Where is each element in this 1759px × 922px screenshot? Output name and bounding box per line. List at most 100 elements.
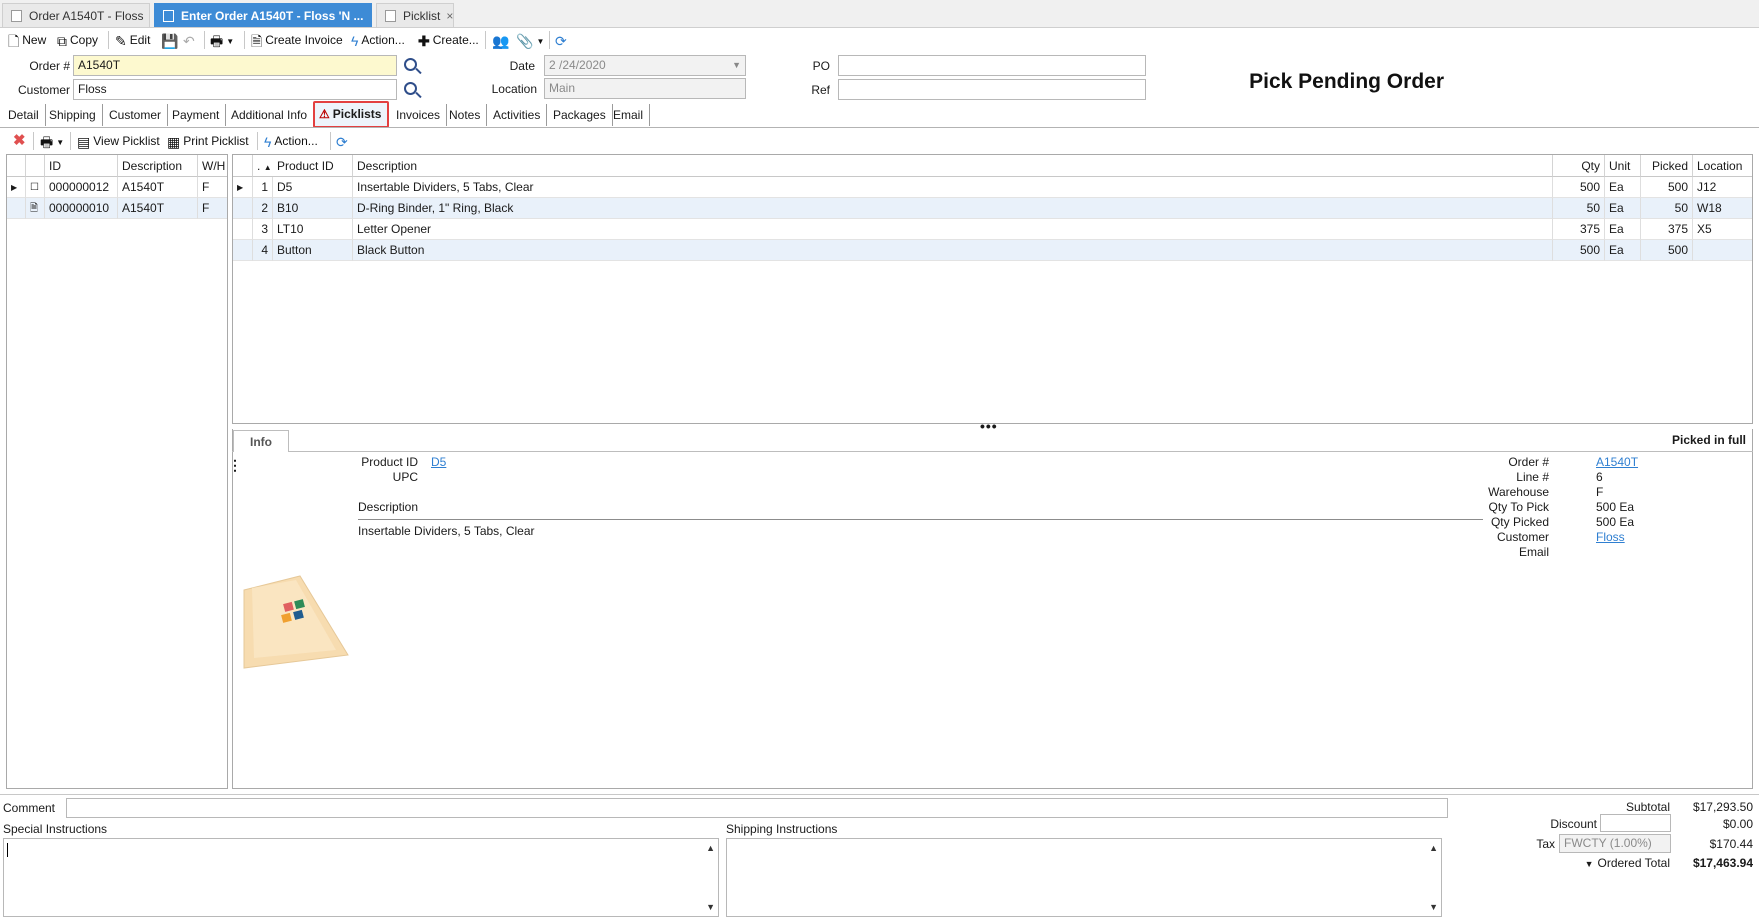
location-cell: J12: [1693, 177, 1752, 198]
save-button[interactable]: 💾: [161, 29, 181, 51]
customer-label: Customer: [1496, 530, 1549, 544]
tab-additional-info[interactable]: Additional Info: [225, 104, 313, 126]
location-cell: W18: [1693, 198, 1752, 219]
line-number: 2: [253, 198, 273, 219]
row-pointer-cell: [233, 219, 253, 240]
copy-button[interactable]: ⧉ Copy: [57, 29, 98, 51]
scroll-up-icon[interactable]: ▲: [706, 843, 715, 853]
tax-label: Tax: [1536, 837, 1555, 851]
qty-cell: 50: [1553, 198, 1605, 219]
print-button[interactable]: 🖶 ▼: [210, 29, 234, 51]
undo-button[interactable]: ↶: [183, 29, 198, 51]
tab-info[interactable]: Info: [233, 430, 289, 452]
product-id-link[interactable]: D5: [431, 455, 446, 469]
close-icon[interactable]: ×: [150, 9, 151, 23]
refresh-button[interactable]: ⟳: [336, 130, 351, 152]
product-id-cell: LT10: [273, 219, 353, 240]
date-field[interactable]: 2 /24/2020 ▼: [544, 55, 746, 76]
picked-cell: 50: [1641, 198, 1693, 219]
page-title: Pick Pending Order: [1249, 70, 1444, 93]
refresh-button[interactable]: ⟳: [555, 29, 570, 51]
picklist-wh: F: [198, 177, 227, 198]
column-header-description[interactable]: Description: [118, 155, 198, 177]
tab-invoices[interactable]: Invoices: [390, 104, 448, 126]
shipping-instructions-textarea[interactable]: ▲ ▼: [726, 838, 1442, 917]
shipping-instructions-label: Shipping Instructions: [726, 822, 838, 836]
warehouse-label: Warehouse: [1488, 485, 1549, 499]
description-cell: D-Ring Binder, 1" Ring, Black: [353, 198, 1553, 219]
order-link[interactable]: A1540T: [1596, 455, 1638, 469]
customer-link[interactable]: Floss: [1596, 530, 1625, 544]
special-instructions-textarea[interactable]: ▲ ▼: [3, 838, 719, 917]
discount-field[interactable]: [1600, 814, 1671, 832]
scroll-down-icon[interactable]: ▼: [1429, 902, 1438, 912]
comment-field[interactable]: [66, 798, 1448, 818]
order-number-field[interactable]: A1540T: [73, 55, 397, 76]
doc-tab-picklist[interactable]: Picklist ×: [376, 3, 454, 27]
row-indicator-header: [7, 155, 26, 177]
warning-icon: ⚠: [319, 107, 330, 121]
description-cell: Letter Opener: [353, 219, 1553, 240]
attachments-button[interactable]: 📎 ▼: [516, 29, 544, 51]
tab-email[interactable]: Email: [607, 104, 651, 126]
line-number: 3: [253, 219, 273, 240]
product-id-cell: Button: [273, 240, 353, 261]
print-picklist-button[interactable]: ▦ Print Picklist: [167, 130, 249, 152]
tab-customer[interactable]: Customer: [103, 104, 169, 126]
column-header-wh[interactable]: W/H: [198, 155, 227, 177]
tab-detail[interactable]: Detail: [2, 104, 46, 126]
tab-notes[interactable]: Notes: [443, 104, 488, 126]
close-icon[interactable]: ×: [446, 9, 453, 23]
line-label: Line #: [1516, 470, 1549, 484]
create-menu-button[interactable]: ✚ Create...: [418, 29, 479, 51]
ref-field[interactable]: [838, 79, 1146, 100]
delete-icon[interactable]: ✖: [13, 130, 26, 152]
location-field[interactable]: Main: [544, 78, 746, 99]
print-button[interactable]: 🖶 ▼: [40, 130, 64, 152]
checkbox-icon[interactable]: ☐: [26, 177, 45, 198]
new-button[interactable]: 🗋 New: [8, 29, 46, 51]
product-id-cell: D5: [273, 177, 353, 198]
toolbar-divider: [108, 31, 109, 49]
column-header-unit[interactable]: Unit: [1605, 155, 1641, 177]
column-header-id[interactable]: ID: [45, 155, 118, 177]
picklist-wh: F: [198, 198, 227, 219]
customer-field[interactable]: Floss: [73, 79, 397, 100]
comment-label: Comment: [3, 801, 56, 815]
search-icon[interactable]: [404, 82, 417, 95]
special-instructions-label: Special Instructions: [3, 822, 108, 836]
edit-button[interactable]: ✎ Edit: [115, 29, 150, 51]
tab-shipping[interactable]: Shipping: [43, 104, 103, 126]
contacts-button[interactable]: 👥: [492, 29, 512, 51]
doc-tab-enter-order[interactable]: Enter Order A1540T - Floss 'N ...: [154, 3, 372, 27]
tab-payment[interactable]: Payment: [166, 104, 227, 126]
column-header-picked[interactable]: Picked: [1641, 155, 1693, 177]
invoice-icon: 🗎: [251, 32, 263, 49]
po-field[interactable]: [838, 55, 1146, 76]
tab-picklists[interactable]: ⚠ Picklists: [313, 101, 390, 128]
action-menu-button[interactable]: ϟ Action...: [351, 29, 405, 51]
ordered-total-label[interactable]: ▼ Ordered Total: [1560, 856, 1670, 870]
column-header-qty[interactable]: Qty: [1553, 155, 1605, 177]
unit-cell: Ea: [1605, 198, 1641, 219]
location-label: Location: [491, 82, 537, 96]
sort-ascending-icon: ▲: [263, 163, 272, 172]
scroll-up-icon[interactable]: ▲: [1429, 843, 1438, 853]
location-cell: X5: [1693, 219, 1752, 240]
line-value: 6: [1596, 470, 1603, 484]
toolbar-divider: [330, 132, 331, 150]
column-header-description[interactable]: Description: [353, 155, 1553, 177]
create-invoice-button[interactable]: 🗎 Create Invoice: [251, 29, 343, 51]
view-picklist-button[interactable]: ▤ View Picklist: [77, 130, 160, 152]
tab-packages[interactable]: Packages: [547, 104, 613, 126]
tab-activities[interactable]: Activities: [487, 104, 548, 126]
column-header-product-id[interactable]: Product ID: [273, 155, 353, 177]
doc-tab-order[interactable]: Order A1540T - Floss×: [2, 3, 150, 27]
search-icon[interactable]: [404, 58, 417, 71]
column-header-location[interactable]: Location: [1693, 155, 1752, 177]
scroll-down-icon[interactable]: ▼: [706, 902, 715, 912]
document-icon: [11, 10, 22, 22]
tax-code-field[interactable]: FWCTY (1.00%): [1559, 834, 1671, 853]
picklist-document-icon: 🗎: [26, 198, 45, 219]
picklist-action-button[interactable]: ϟ Action...: [264, 130, 318, 152]
